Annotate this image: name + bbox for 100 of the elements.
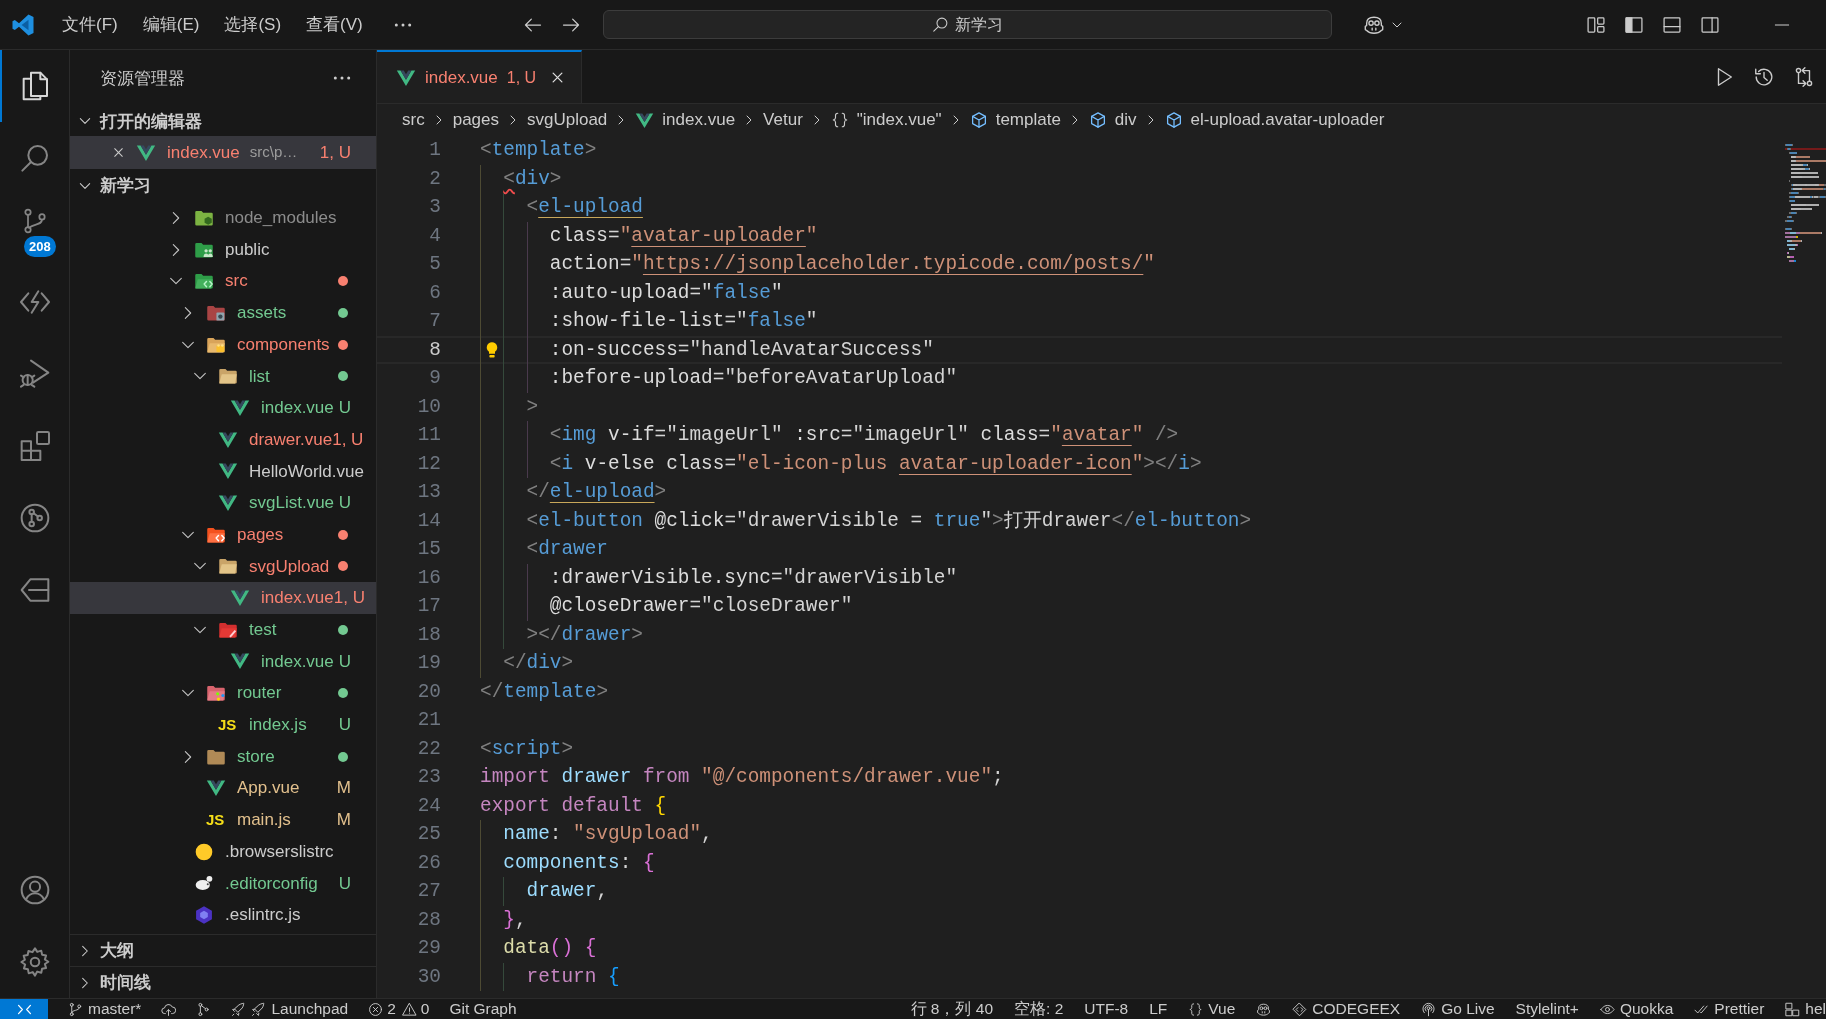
tree-item[interactable]: src <box>70 265 376 298</box>
breadcrumb-item[interactable]: el-upload.avatar-uploader <box>1164 107 1385 133</box>
run-debug-icon[interactable] <box>18 358 51 390</box>
breadcrumb-item[interactable]: index.vue <box>635 107 736 133</box>
folder-code-icon <box>194 271 214 292</box>
line-number: 28 <box>416 907 441 933</box>
settings-icon[interactable] <box>18 946 51 978</box>
git-status-label: M <box>336 777 351 800</box>
code-line: <img v-if="imageUrl" :src="imageUrl" class="avatar" /> <box>549 423 1179 448</box>
code-line: :on-success="handleAvatarSuccess" <box>549 337 934 363</box>
panel-bottom-icon[interactable] <box>1662 14 1682 35</box>
minimize-icon[interactable] <box>1774 23 1790 26</box>
tree-item[interactable]: assets <box>70 297 376 329</box>
line-number: 17 <box>416 594 441 619</box>
code-line: data() { <box>503 936 597 961</box>
tree-item[interactable]: node_modules <box>70 202 376 234</box>
close-icon[interactable] <box>550 70 565 85</box>
tree-item[interactable]: drawer.vue1, U <box>70 423 376 456</box>
warning-icon[interactable] <box>401 1001 417 1017</box>
sidebar-left-icon[interactable] <box>1624 14 1644 35</box>
tree-item[interactable]: index.vue U <box>70 392 376 424</box>
status-bar-item[interactable]: LF <box>1149 999 1168 1019</box>
open-editor-item[interactable]: index.vue src\p… 1, U <box>70 136 376 169</box>
line-number: 9 <box>428 366 441 391</box>
tree-item[interactable]: test <box>70 613 376 646</box>
tree-item[interactable]: HelloWorld.vue <box>70 455 376 488</box>
nodes-icon[interactable] <box>196 1001 212 1017</box>
status-bar-item[interactable]: hel <box>1785 999 1826 1019</box>
command-center[interactable]: 新学习 <box>603 10 1332 39</box>
section-header[interactable]: 打开的编辑器 <box>70 106 376 136</box>
status-bar-item[interactable]: Stylelint+ <box>1515 999 1579 1019</box>
breadcrumb-item[interactable]: src <box>402 107 425 133</box>
tree-item[interactable]: router <box>70 677 376 709</box>
breadcrumb-item[interactable]: template <box>969 107 1061 133</box>
tree-item[interactable]: list <box>70 360 376 393</box>
status-bar-item[interactable]: CODEGEEX <box>1292 999 1401 1019</box>
tree-item[interactable]: App.vue M <box>70 772 376 805</box>
extensions-icon[interactable] <box>18 430 51 462</box>
tree-item[interactable]: index.vue1, U <box>70 582 376 614</box>
warning-count[interactable]: 0 <box>420 999 430 1019</box>
layout-grid-icon[interactable] <box>1586 14 1606 35</box>
tree-item[interactable]: svgUpload <box>70 550 376 583</box>
status-bar-item[interactable]: Launchpad <box>231 999 349 1019</box>
code-line: export default { <box>480 793 667 819</box>
tree-item[interactable]: components <box>70 328 376 361</box>
breadcrumb-item[interactable]: svgUpload <box>527 107 608 133</box>
breadcrumb-item[interactable]: div <box>1088 107 1137 133</box>
cloud-upload-icon[interactable] <box>161 1001 177 1017</box>
section-header[interactable]: 大纲 <box>70 934 376 966</box>
tree-item[interactable]: index.vue U <box>70 645 376 678</box>
error-count[interactable]: 2 <box>387 999 396 1019</box>
tree-item[interactable]: pages <box>70 518 376 551</box>
sidebar-right-icon[interactable] <box>1700 14 1720 35</box>
status-bar-item[interactable]: 行 8，列 40 <box>910 999 994 1019</box>
line-number: 10 <box>416 394 441 420</box>
menu-item[interactable]: 选择(S) <box>216 8 290 41</box>
tree-item[interactable]: JS index.js U <box>70 709 376 741</box>
status-bar-item[interactable]: Vue <box>1188 999 1236 1019</box>
git-status-label: U <box>338 714 351 737</box>
line-number: 27 <box>416 879 441 904</box>
app-logo-icon <box>11 12 35 37</box>
code-line: :show-file-list="false" <box>549 309 818 334</box>
code-line: <div> <box>503 166 562 192</box>
status-bar-item[interactable]: UTF-8 <box>1084 999 1129 1019</box>
tree-item[interactable]: public <box>70 233 376 266</box>
status-bar-item[interactable]: Quokka <box>1599 999 1674 1019</box>
tree-item[interactable]: store <box>70 740 376 773</box>
tree-item[interactable]: .browserslistrc <box>70 835 376 868</box>
compare-changes-icon[interactable] <box>1793 65 1815 88</box>
status-bar-item[interactable]: Prettier <box>1694 999 1765 1019</box>
crescent-circle-icon <box>194 841 214 862</box>
tree-item[interactable]: .editorconfig U <box>70 867 376 900</box>
line-number: 24 <box>416 793 441 819</box>
tree-item[interactable]: svgList.vue U <box>70 487 376 519</box>
error-icon[interactable] <box>368 1001 384 1017</box>
search-icon[interactable] <box>18 142 51 174</box>
robot-face-icon[interactable] <box>1256 1001 1272 1017</box>
breadcrumb-item[interactable]: Vetur <box>763 107 803 133</box>
menu-item[interactable]: 文件(F) <box>54 8 126 41</box>
close-icon[interactable] <box>112 146 125 159</box>
line-number: 13 <box>416 480 441 505</box>
editor-tab[interactable]: index.vue 1, U <box>377 50 582 103</box>
breadcrumb-item[interactable]: "index.vue" <box>830 107 942 133</box>
status-bar-item[interactable]: master* <box>68 999 142 1019</box>
status-bar-item[interactable]: 空格: 2 <box>1014 999 1064 1019</box>
tab-status-label: 1, U <box>506 67 537 88</box>
account-icon[interactable] <box>18 874 51 906</box>
tree-item[interactable]: .eslintrc.js <box>70 899 376 931</box>
breadcrumb-item[interactable]: pages <box>452 107 499 133</box>
git-graph-icon[interactable] <box>18 502 51 534</box>
tree-item[interactable]: JS main.js M <box>70 804 376 836</box>
menu-item[interactable]: 查看(V) <box>298 8 371 41</box>
status-bar-item[interactable]: Go Live <box>1421 999 1495 1019</box>
git-status-label: M <box>336 809 351 832</box>
section-header[interactable]: 新学习 <box>70 169 376 202</box>
code-line: class="avatar-uploader" <box>549 223 818 249</box>
status-bar-item[interactable]: Git Graph <box>449 999 517 1019</box>
menu-item[interactable]: 编辑(E) <box>134 8 208 41</box>
line-number: 6 <box>428 280 441 306</box>
code-line: drawer, <box>526 879 608 904</box>
